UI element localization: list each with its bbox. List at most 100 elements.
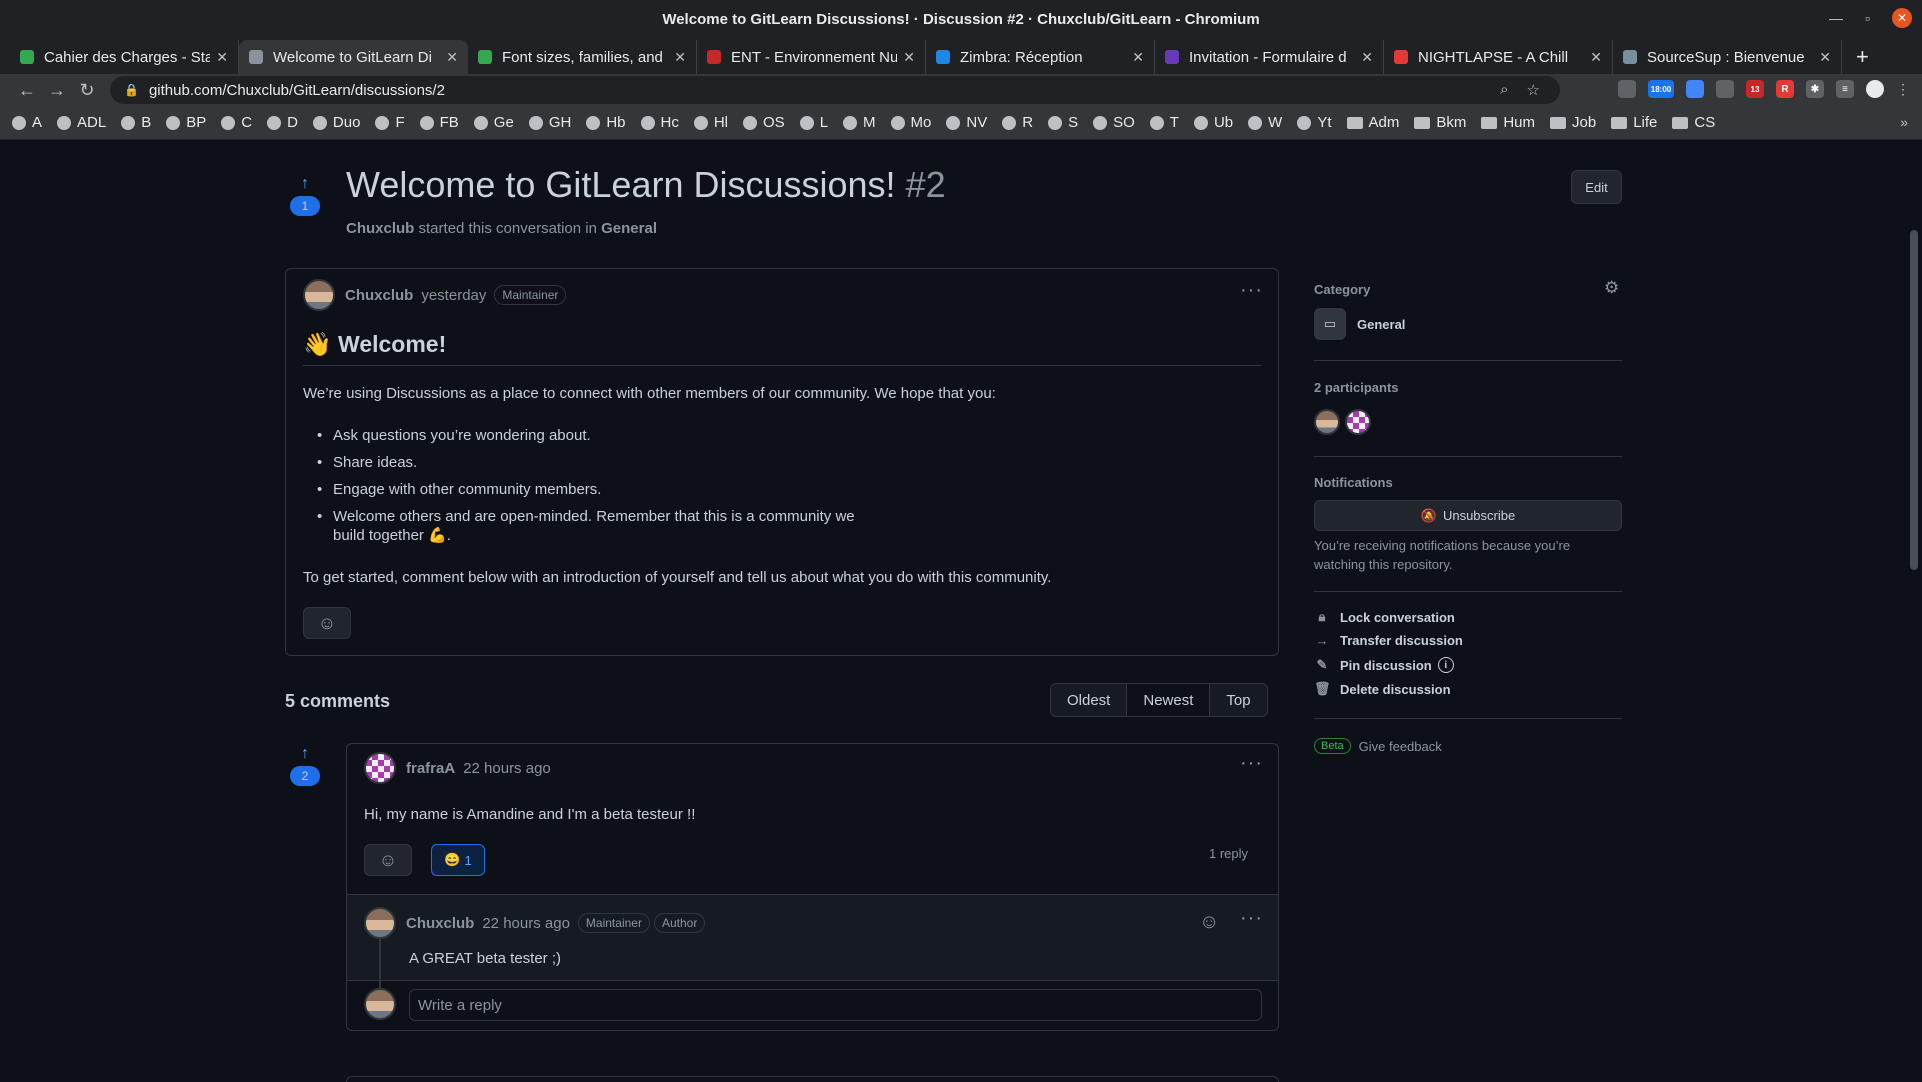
close-tab-icon[interactable]: ✕ bbox=[674, 49, 686, 66]
close-tab-icon[interactable]: ✕ bbox=[1590, 49, 1602, 66]
address-bar[interactable]: 🔒 github.com/Chuxclub/GitLearn/discussio… bbox=[110, 76, 1560, 104]
reply-count[interactable]: 1 reply bbox=[1209, 846, 1248, 861]
bookmark-item[interactable]: Yt bbox=[1297, 114, 1332, 131]
bookmark-item[interactable]: W bbox=[1248, 114, 1282, 131]
bookmark-item[interactable]: Hb bbox=[586, 114, 626, 131]
close-tab-icon[interactable]: ✕ bbox=[1132, 49, 1144, 66]
post-author[interactable]: Chuxclub bbox=[345, 287, 413, 304]
bookmark-item[interactable]: M bbox=[843, 114, 876, 131]
bookmark-item[interactable]: NV bbox=[946, 114, 987, 131]
tab-4[interactable]: Zimbra: Réception ✕ bbox=[926, 40, 1155, 74]
maximize-icon[interactable]: ▫ bbox=[1865, 10, 1870, 26]
tab-7[interactable]: SourceSup : Bienvenue ✕ bbox=[1613, 40, 1842, 74]
gear-icon[interactable]: ⚙ bbox=[1604, 278, 1619, 298]
tab-3[interactable]: ENT - Environnement Nu ✕ bbox=[697, 40, 926, 74]
bookmark-item[interactable]: D bbox=[267, 114, 298, 131]
bookmark-item[interactable]: SO bbox=[1093, 114, 1135, 131]
reply-author[interactable]: Chuxclub bbox=[406, 915, 474, 932]
comment-vote[interactable]: ↑ 2 bbox=[290, 746, 320, 786]
category-link[interactable]: General bbox=[601, 220, 657, 237]
close-window-icon[interactable]: ✕ bbox=[1892, 8, 1912, 28]
avatar[interactable] bbox=[364, 907, 396, 939]
bookmark-folder[interactable]: Hum bbox=[1481, 114, 1535, 131]
minimize-icon[interactable]: — bbox=[1829, 10, 1843, 26]
pin-discussion-action[interactable]: ✎ Pin discussion i bbox=[1314, 657, 1454, 673]
r-extension-icon[interactable]: R bbox=[1776, 80, 1794, 98]
badge-extension-icon[interactable]: 13 bbox=[1746, 80, 1764, 98]
tab-6[interactable]: NIGHTLAPSE - A Chill ✕ bbox=[1384, 40, 1613, 74]
more-options-icon[interactable]: ··· bbox=[1240, 907, 1263, 930]
sort-newest[interactable]: Newest bbox=[1127, 684, 1211, 716]
category-item[interactable]: ▭ General bbox=[1314, 308, 1405, 340]
page-scrollbar[interactable] bbox=[1906, 140, 1922, 1082]
add-reaction-button[interactable]: ☺ bbox=[303, 607, 351, 639]
bookmark-item[interactable]: Hc bbox=[640, 114, 679, 131]
avatar[interactable] bbox=[1314, 409, 1340, 435]
close-tab-icon[interactable]: ✕ bbox=[903, 49, 915, 66]
back-icon[interactable]: ← bbox=[12, 80, 42, 101]
upvote-icon[interactable]: ↑ bbox=[301, 746, 309, 762]
avatar[interactable] bbox=[364, 752, 396, 784]
tab-2[interactable]: Font sizes, families, and ✕ bbox=[468, 40, 697, 74]
tab-5[interactable]: Invitation - Formulaire d ✕ bbox=[1155, 40, 1384, 74]
give-feedback-link[interactable]: Give feedback bbox=[1359, 739, 1442, 754]
smiley-icon[interactable]: ☺ bbox=[1199, 911, 1219, 934]
bookmark-star-icon[interactable]: ☆ bbox=[1527, 81, 1540, 99]
tab-1[interactable]: Welcome to GitLearn Di ✕ bbox=[239, 40, 468, 74]
extension-icon[interactable] bbox=[1618, 80, 1636, 98]
bookmark-item[interactable]: Mo bbox=[890, 114, 931, 131]
avatar[interactable] bbox=[303, 279, 335, 311]
bookmark-item[interactable]: F bbox=[375, 114, 405, 131]
bookmark-item[interactable]: Hl bbox=[693, 114, 728, 131]
bookmark-item[interactable]: Ub bbox=[1193, 114, 1233, 131]
more-bookmarks-icon[interactable]: » bbox=[1900, 114, 1908, 130]
zoom-icon[interactable]: ⌕ bbox=[1500, 81, 1508, 99]
tab-0[interactable]: Cahier des Charges - Sta ✕ bbox=[10, 40, 239, 74]
edit-button[interactable]: Edit bbox=[1571, 170, 1622, 204]
comment-author[interactable]: frafraA bbox=[406, 760, 455, 777]
sort-oldest[interactable]: Oldest bbox=[1051, 684, 1128, 716]
close-tab-icon[interactable]: ✕ bbox=[1361, 49, 1373, 66]
bookmark-item[interactable]: Duo bbox=[312, 114, 360, 131]
delete-discussion-action[interactable]: 🗑︎ Delete discussion bbox=[1314, 681, 1451, 697]
media-icon[interactable]: ≡ bbox=[1836, 80, 1854, 98]
avatar[interactable] bbox=[1345, 409, 1371, 435]
author-link[interactable]: Chuxclub bbox=[346, 220, 414, 237]
timer-extension-icon[interactable]: 18:00 bbox=[1648, 80, 1674, 98]
upvote-icon[interactable]: ↑ bbox=[301, 176, 309, 192]
bookmark-item[interactable]: T bbox=[1149, 114, 1179, 131]
transfer-discussion-action[interactable]: → Transfer discussion bbox=[1314, 633, 1463, 648]
reload-icon[interactable]: ↻ bbox=[72, 80, 102, 101]
bookmark-item[interactable]: R bbox=[1002, 114, 1033, 131]
bookmark-item[interactable]: OS bbox=[743, 114, 785, 131]
reply-input[interactable]: Write a reply bbox=[409, 989, 1262, 1021]
reply-time[interactable]: 22 hours ago bbox=[482, 915, 570, 932]
forward-icon[interactable]: → bbox=[42, 80, 72, 101]
menu-icon[interactable]: ⋮ bbox=[1896, 81, 1910, 98]
comment-time[interactable]: 22 hours ago bbox=[463, 760, 551, 777]
bookmark-item[interactable]: L bbox=[799, 114, 828, 131]
close-tab-icon[interactable]: ✕ bbox=[446, 49, 458, 66]
sort-top[interactable]: Top bbox=[1210, 684, 1267, 716]
more-options-icon[interactable]: ··· bbox=[1240, 752, 1263, 775]
bookmark-item[interactable]: S bbox=[1048, 114, 1078, 131]
bookmark-item[interactable]: Ge bbox=[473, 114, 514, 131]
close-tab-icon[interactable]: ✕ bbox=[216, 49, 228, 66]
bookmark-item[interactable]: ADL bbox=[57, 114, 106, 131]
bookmark-item[interactable]: FB bbox=[419, 114, 459, 131]
reaction-chip[interactable]: 😄 1 bbox=[431, 844, 485, 876]
more-options-icon[interactable]: ··· bbox=[1240, 279, 1263, 302]
bookmark-folder[interactable]: Adm bbox=[1346, 114, 1399, 131]
bookmark-item[interactable]: BP bbox=[166, 114, 206, 131]
bookmark-folder[interactable]: Bkm bbox=[1414, 114, 1466, 131]
bookmark-item[interactable]: C bbox=[221, 114, 252, 131]
unsubscribe-button[interactable]: 🔕 Unsubscribe bbox=[1314, 500, 1622, 531]
bookmark-item[interactable]: A bbox=[12, 114, 42, 131]
bookmark-item[interactable]: B bbox=[121, 114, 151, 131]
lock-conversation-action[interactable]: 🔒︎ Lock conversation bbox=[1314, 609, 1455, 625]
puzzle-icon[interactable]: ✱ bbox=[1806, 80, 1824, 98]
new-tab-icon[interactable]: + bbox=[1856, 44, 1869, 70]
bookmark-folder[interactable]: CS bbox=[1672, 114, 1715, 131]
post-time[interactable]: yesterday bbox=[421, 287, 486, 304]
bookmark-folder[interactable]: Job bbox=[1550, 114, 1596, 131]
